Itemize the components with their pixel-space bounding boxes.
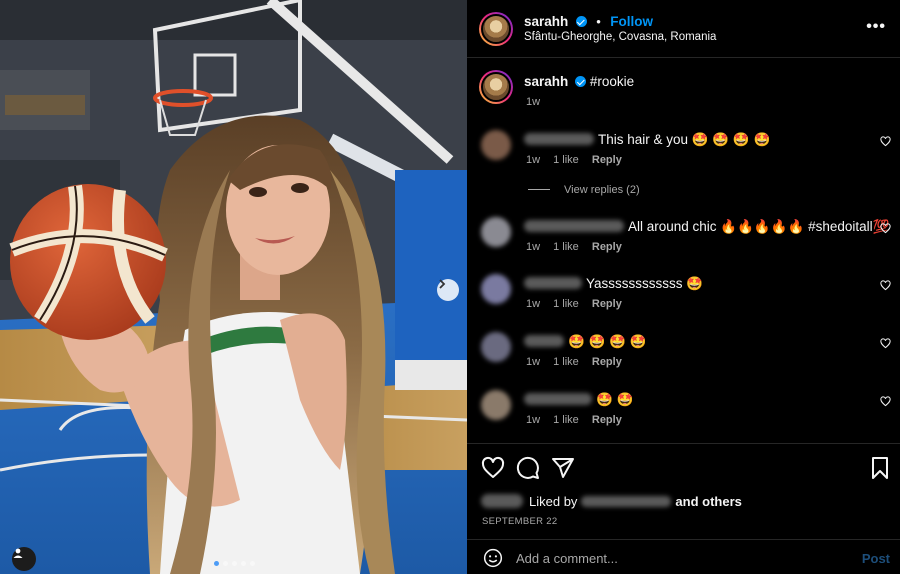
replies-divider: [528, 189, 550, 190]
comment-likes[interactable]: 1 like: [553, 298, 579, 310]
reply-button[interactable]: Reply: [592, 241, 622, 253]
caption-username[interactable]: sarahh: [524, 74, 568, 89]
post-actions: Liked by and others SEPTEMBER 22: [467, 443, 900, 539]
caption-timestamp: 1w: [526, 96, 541, 108]
comment-text: This hair & you 🤩 🤩 🤩 🤩: [598, 132, 771, 147]
reply-button[interactable]: Reply: [592, 414, 622, 426]
comment-meta: 1w 1 like Reply: [526, 414, 632, 426]
next-photo-button[interactable]: [437, 279, 459, 301]
comment-time: 1w: [526, 414, 541, 426]
comment-likes[interactable]: 1 like: [553, 154, 579, 166]
commenter-username-blurred[interactable]: [524, 277, 582, 289]
comment-input[interactable]: [516, 549, 836, 567]
comment-text: Yassssssssssss 🤩: [586, 276, 704, 291]
like-comment-heart-icon[interactable]: [880, 136, 891, 147]
carousel-indicator: [214, 561, 255, 566]
carousel-dot: [232, 561, 237, 566]
commenter-avatar[interactable]: [481, 332, 511, 362]
bookmark-icon[interactable]: [868, 456, 892, 480]
emoji-icon[interactable]: [483, 548, 503, 568]
heart-icon[interactable]: [481, 456, 505, 480]
comment-time: 1w: [526, 154, 541, 166]
post-comment-button[interactable]: Post: [862, 551, 890, 566]
commenter-avatar[interactable]: [481, 130, 511, 160]
post-image[interactable]: SI: [0, 0, 467, 574]
comment-item: 🤩 🤩 1w 1 like Reply: [467, 390, 900, 440]
comment-item: Yassssssssssss 🤩 1w 1 like Reply: [467, 274, 900, 324]
comment-body: This hair & you 🤩 🤩 🤩 🤩: [524, 132, 770, 148]
view-replies-label: View replies (2): [564, 184, 640, 196]
comment-time: 1w: [526, 356, 541, 368]
likes-summary[interactable]: Liked by and others: [481, 494, 742, 509]
reply-button[interactable]: Reply: [592, 154, 622, 166]
like-comment-heart-icon[interactable]: [880, 396, 891, 407]
separator-dot: •: [596, 14, 601, 29]
comment-meta: 1w 1 like Reply: [526, 154, 632, 166]
add-comment-bar: Post: [467, 539, 900, 574]
comment-item: This hair & you 🤩 🤩 🤩 🤩 1w 1 like Reply: [467, 130, 900, 180]
photo-illustration: SI: [0, 0, 467, 574]
caption-row: sarahh #rookie: [524, 74, 634, 89]
commenter-username-blurred[interactable]: [524, 393, 592, 405]
post-header: sarahh • Follow Sfântu-Gheorghe, Covasna…: [467, 0, 900, 58]
follow-button[interactable]: Follow: [610, 14, 653, 29]
comment-meta: 1w 1 like Reply: [526, 298, 632, 310]
comment-item: 🤩 🤩 🤩 🤩 1w 1 like Reply: [467, 332, 900, 382]
caption-text: #rookie: [589, 74, 635, 89]
commenter-username-blurred[interactable]: [524, 335, 564, 347]
comment-body: Yassssssssssss 🤩: [524, 276, 703, 292]
post-location[interactable]: Sfântu-Gheorghe, Covasna, Romania: [524, 31, 716, 43]
comment-meta: 1w 1 like Reply: [526, 241, 632, 253]
commenter-username-blurred[interactable]: [524, 220, 624, 232]
carousel-dot: [250, 561, 255, 566]
like-comment-heart-icon[interactable]: [880, 223, 891, 234]
comment-meta: 1w 1 like Reply: [526, 356, 632, 368]
user-tag-icon: [13, 548, 23, 558]
like-comment-heart-icon[interactable]: [880, 280, 891, 291]
comment-time: 1w: [526, 298, 541, 310]
view-replies-button[interactable]: View replies (2): [528, 184, 640, 196]
liker-username-blurred[interactable]: [581, 496, 672, 507]
share-icon[interactable]: [551, 456, 575, 480]
comment-text: All around chic 🔥🔥🔥🔥🔥 #shedoitall💯: [628, 219, 890, 234]
comment-likes[interactable]: 1 like: [553, 356, 579, 368]
commenter-avatar[interactable]: [481, 274, 511, 304]
comment-likes[interactable]: 1 like: [553, 414, 579, 426]
verified-icon: [575, 16, 587, 27]
carousel-dot: [241, 561, 246, 566]
author-username[interactable]: sarahh: [524, 14, 568, 29]
like-comment-heart-icon[interactable]: [880, 338, 891, 349]
commenter-avatar[interactable]: [481, 217, 511, 247]
verified-icon: [575, 76, 587, 87]
comment-time: 1w: [526, 241, 541, 253]
comment-text: 🤩 🤩: [596, 392, 634, 407]
comment-body: 🤩 🤩: [524, 392, 633, 408]
comment-body: All around chic 🔥🔥🔥🔥🔥 #shedoitall💯: [524, 219, 889, 235]
post-details-panel: sarahh • Follow Sfântu-Gheorghe, Covasna…: [467, 0, 900, 574]
post-date: SEPTEMBER 22: [482, 516, 558, 527]
comment-item: All around chic 🔥🔥🔥🔥🔥 #shedoitall💯 1w 1 …: [467, 217, 900, 267]
author-avatar[interactable]: [479, 12, 513, 46]
commenter-username-blurred[interactable]: [524, 133, 594, 145]
liked-by-label: Liked by: [529, 494, 578, 509]
reply-button[interactable]: Reply: [592, 298, 622, 310]
comment-text: 🤩 🤩 🤩 🤩: [568, 334, 647, 349]
liker-avatars-blurred: [481, 494, 523, 508]
commenter-avatar[interactable]: [481, 390, 511, 420]
reply-button[interactable]: Reply: [592, 356, 622, 368]
and-others-label[interactable]: and others: [675, 494, 741, 509]
comment-icon[interactable]: [516, 456, 540, 480]
carousel-dot: [223, 561, 228, 566]
chevron-right-icon: [439, 279, 446, 289]
carousel-dot-active: [214, 561, 219, 566]
comment-body: 🤩 🤩 🤩 🤩: [524, 334, 647, 350]
caption-avatar[interactable]: [479, 70, 513, 104]
author-row: sarahh • Follow: [524, 13, 653, 31]
comment-likes[interactable]: 1 like: [553, 241, 579, 253]
more-options-icon[interactable]: •••: [866, 18, 886, 36]
tagged-users-button[interactable]: [12, 547, 36, 571]
